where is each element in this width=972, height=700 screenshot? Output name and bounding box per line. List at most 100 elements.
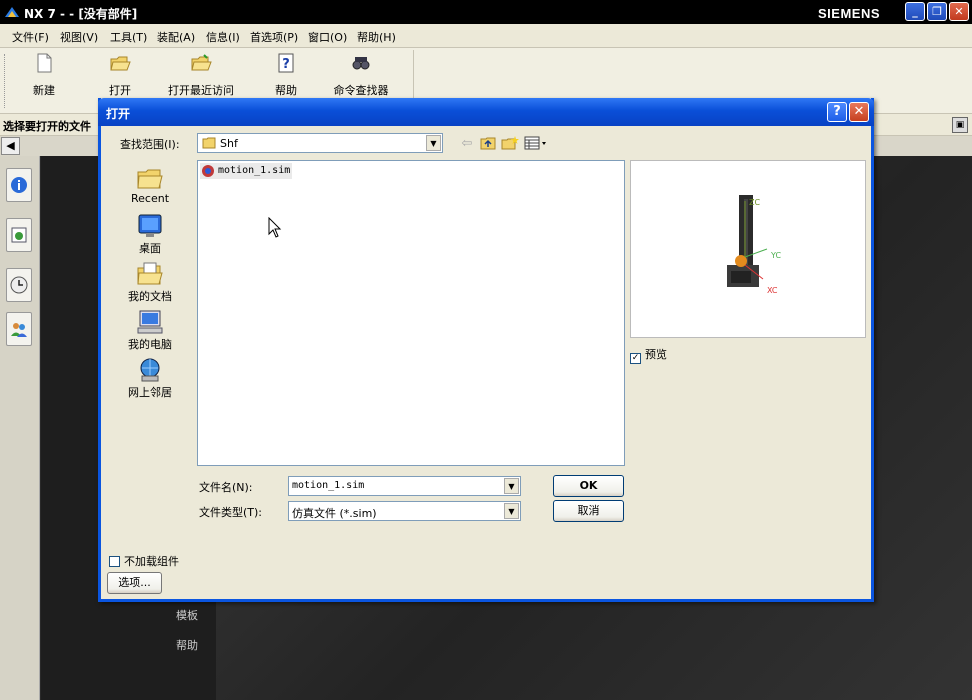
- file-list[interactable]: motion_1.sim: [197, 160, 625, 466]
- file-name: motion_1.sim: [218, 165, 291, 176]
- open-recent-icon: [191, 54, 212, 71]
- preview-label: 预览: [645, 348, 667, 361]
- place-network-label: 网上邻居: [128, 386, 172, 399]
- no-load-components-checkbox[interactable]: 不加载组件: [109, 553, 179, 569]
- resource-info-button[interactable]: [6, 168, 32, 202]
- open-dialog: 打开 ? ✕ 查找范围(I): Shf ▼ ⇦ Recent 桌面 我的文档 我…: [98, 98, 874, 602]
- network-places-icon: [140, 358, 160, 382]
- preview-pane: YC XC ZC: [630, 160, 866, 338]
- no-load-check-box: [109, 556, 120, 567]
- dialog-help-button[interactable]: ?: [827, 102, 847, 122]
- command-finder-label: 命令查找器: [333, 84, 389, 97]
- no-load-label: 不加载组件: [124, 555, 179, 568]
- resource-bar: [0, 156, 40, 700]
- dialog-close-button[interactable]: ✕: [849, 102, 869, 122]
- file-type-chevron-down-icon[interactable]: ▼: [504, 503, 519, 519]
- up-folder-icon[interactable]: [479, 136, 497, 152]
- place-my-documents[interactable]: 我的文档: [109, 260, 191, 304]
- resource-web-button[interactable]: [6, 218, 32, 252]
- new-button[interactable]: 新建: [24, 52, 64, 98]
- menu-bar: 文件(F) 视图(V) 工具(T) 装配(A) 信息(I) 首选项(P) 窗口(…: [0, 24, 972, 48]
- fit-window-button[interactable]: ▣: [952, 117, 968, 133]
- place-desktop-label: 桌面: [139, 242, 161, 255]
- mouse-cursor-icon: [268, 217, 282, 238]
- menu-tools[interactable]: 工具(T): [110, 29, 147, 45]
- menu-window[interactable]: 窗口(O): [308, 29, 347, 45]
- chevron-down-icon[interactable]: ▼: [426, 135, 441, 151]
- place-recent[interactable]: Recent: [109, 164, 191, 205]
- file-name-value: motion_1.sim: [292, 480, 365, 491]
- command-finder-button[interactable]: 命令查找器: [330, 52, 392, 98]
- list-item[interactable]: motion_1.sim: [200, 163, 293, 179]
- place-my-documents-label: 我的文档: [128, 290, 172, 303]
- info-icon: [11, 177, 27, 193]
- places-bar: Recent 桌面 我的文档 我的电脑 网上邻居: [109, 160, 191, 400]
- look-in-dropdown[interactable]: Shf ▼: [197, 133, 443, 153]
- place-my-computer[interactable]: 我的电脑: [109, 308, 191, 352]
- menu-assembly[interactable]: 装配(A): [157, 29, 195, 45]
- back-icon[interactable]: ⇦: [458, 136, 476, 152]
- new-folder-icon[interactable]: [501, 136, 519, 152]
- web-page-icon: [11, 227, 27, 243]
- view-menu-icon[interactable]: [524, 136, 548, 152]
- file-type-dropdown[interactable]: 仿真文件 (*.sim) ▼: [288, 501, 521, 521]
- menu-info[interactable]: 信息(I): [206, 29, 240, 45]
- desktop-icon: [138, 214, 162, 237]
- preview-check-mark-icon: ✓: [630, 353, 641, 364]
- binoculars-icon: [352, 57, 370, 70]
- resource-history-button[interactable]: [6, 268, 32, 302]
- cancel-button[interactable]: 取消: [553, 500, 624, 522]
- recent-folder-icon: [137, 169, 163, 189]
- restore-button[interactable]: ❐: [927, 2, 947, 21]
- options-button[interactable]: 选项...: [107, 572, 162, 594]
- dialog-titlebar: 打开 ? ✕: [98, 98, 874, 126]
- my-documents-icon: [137, 262, 163, 285]
- file-name-label: 文件名(N):: [199, 481, 253, 494]
- place-network[interactable]: 网上邻居: [109, 356, 191, 400]
- menu-help[interactable]: 帮助(H): [357, 29, 396, 45]
- siemens-brand: SIEMENS: [818, 6, 881, 21]
- place-desktop[interactable]: 桌面: [109, 212, 191, 256]
- sim-file-icon: [202, 165, 214, 177]
- place-my-computer-label: 我的电脑: [128, 338, 172, 351]
- minimize-button[interactable]: _: [905, 2, 925, 21]
- preview-axis-z: ZC: [749, 198, 760, 207]
- open-button[interactable]: 打开: [100, 52, 140, 98]
- open-folder-icon: [110, 56, 131, 71]
- clock-icon: [10, 276, 28, 294]
- file-name-chevron-down-icon[interactable]: ▼: [504, 478, 519, 494]
- help-label: 帮助: [275, 84, 297, 97]
- preview-axis-x: XC: [767, 286, 778, 295]
- toolbar-grip[interactable]: [4, 54, 7, 108]
- preview-checkbox[interactable]: ✓ 预览: [630, 346, 667, 364]
- open-recent-button[interactable]: 打开最近访问: [164, 52, 238, 98]
- cue-text: 选择要打开的文件: [3, 120, 91, 133]
- window-close-button[interactable]: ✕: [949, 2, 969, 21]
- help-link[interactable]: 帮助: [176, 637, 198, 653]
- look-in-value: Shf: [220, 137, 238, 150]
- users-icon: [11, 323, 27, 337]
- resource-roles-button[interactable]: [6, 312, 32, 346]
- look-in-label: 查找范围(I):: [120, 138, 180, 151]
- file-name-field[interactable]: motion_1.sim ▼: [288, 476, 521, 496]
- back-arrow-button[interactable]: ◀: [1, 137, 20, 155]
- new-label: 新建: [33, 84, 55, 97]
- template-link[interactable]: 模板: [176, 607, 198, 623]
- svg-text:?: ?: [282, 57, 290, 72]
- open-recent-label: 打开最近访问: [168, 84, 234, 97]
- menu-preferences[interactable]: 首选项(P): [250, 29, 298, 45]
- file-type-label: 文件类型(T):: [199, 506, 263, 519]
- window-title: NX 7 - - [没有部件]: [24, 7, 138, 21]
- ok-button[interactable]: OK: [553, 475, 624, 497]
- preview-axis-y: YC: [770, 251, 781, 260]
- dialog-title: 打开: [106, 107, 131, 121]
- place-recent-label: Recent: [130, 192, 170, 205]
- help-icon: ?: [278, 53, 294, 73]
- window-titlebar: NX 7 - - [没有部件] SIEMENS _ ❐ ✕: [0, 0, 972, 24]
- menu-file[interactable]: 文件(F): [12, 29, 49, 45]
- open-label: 打开: [109, 84, 131, 97]
- new-document-icon: [37, 53, 52, 73]
- help-toolbar-button[interactable]: ? 帮助: [266, 52, 306, 98]
- my-computer-icon: [137, 310, 163, 334]
- menu-view[interactable]: 视图(V): [60, 29, 98, 45]
